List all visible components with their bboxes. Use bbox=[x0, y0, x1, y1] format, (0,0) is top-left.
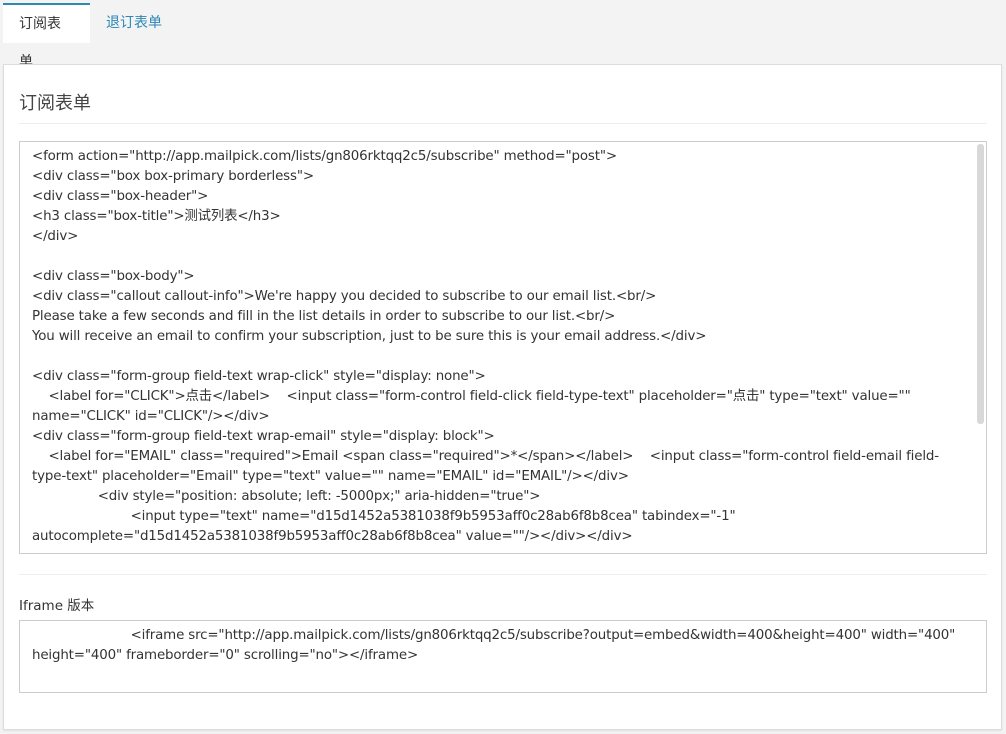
subscribe-form-panel: 订阅表单 <form action="http://app.mailpick.c… bbox=[3, 64, 1002, 730]
divider bbox=[19, 574, 987, 575]
textarea-scrollbar[interactable] bbox=[977, 144, 984, 424]
iframe-code-text: <iframe src="http://app.mailpick.com/lis… bbox=[32, 628, 960, 663]
form-code-textarea[interactable]: <form action="http://app.mailpick.com/li… bbox=[19, 141, 987, 554]
panel-title: 订阅表单 bbox=[19, 93, 91, 114]
tab-unsubscribe-form[interactable]: 退订表单 bbox=[90, 3, 178, 43]
tab-subscribe-form[interactable]: 订阅表单 bbox=[3, 3, 90, 70]
divider bbox=[19, 123, 987, 124]
iframe-code-textarea[interactable]: <iframe src="http://app.mailpick.com/lis… bbox=[19, 620, 987, 693]
tab-bar: 订阅表单 退订表单 bbox=[0, 0, 1006, 70]
iframe-version-label: Iframe 版本 bbox=[19, 598, 95, 614]
form-code-text: <form action="http://app.mailpick.com/li… bbox=[32, 149, 939, 544]
